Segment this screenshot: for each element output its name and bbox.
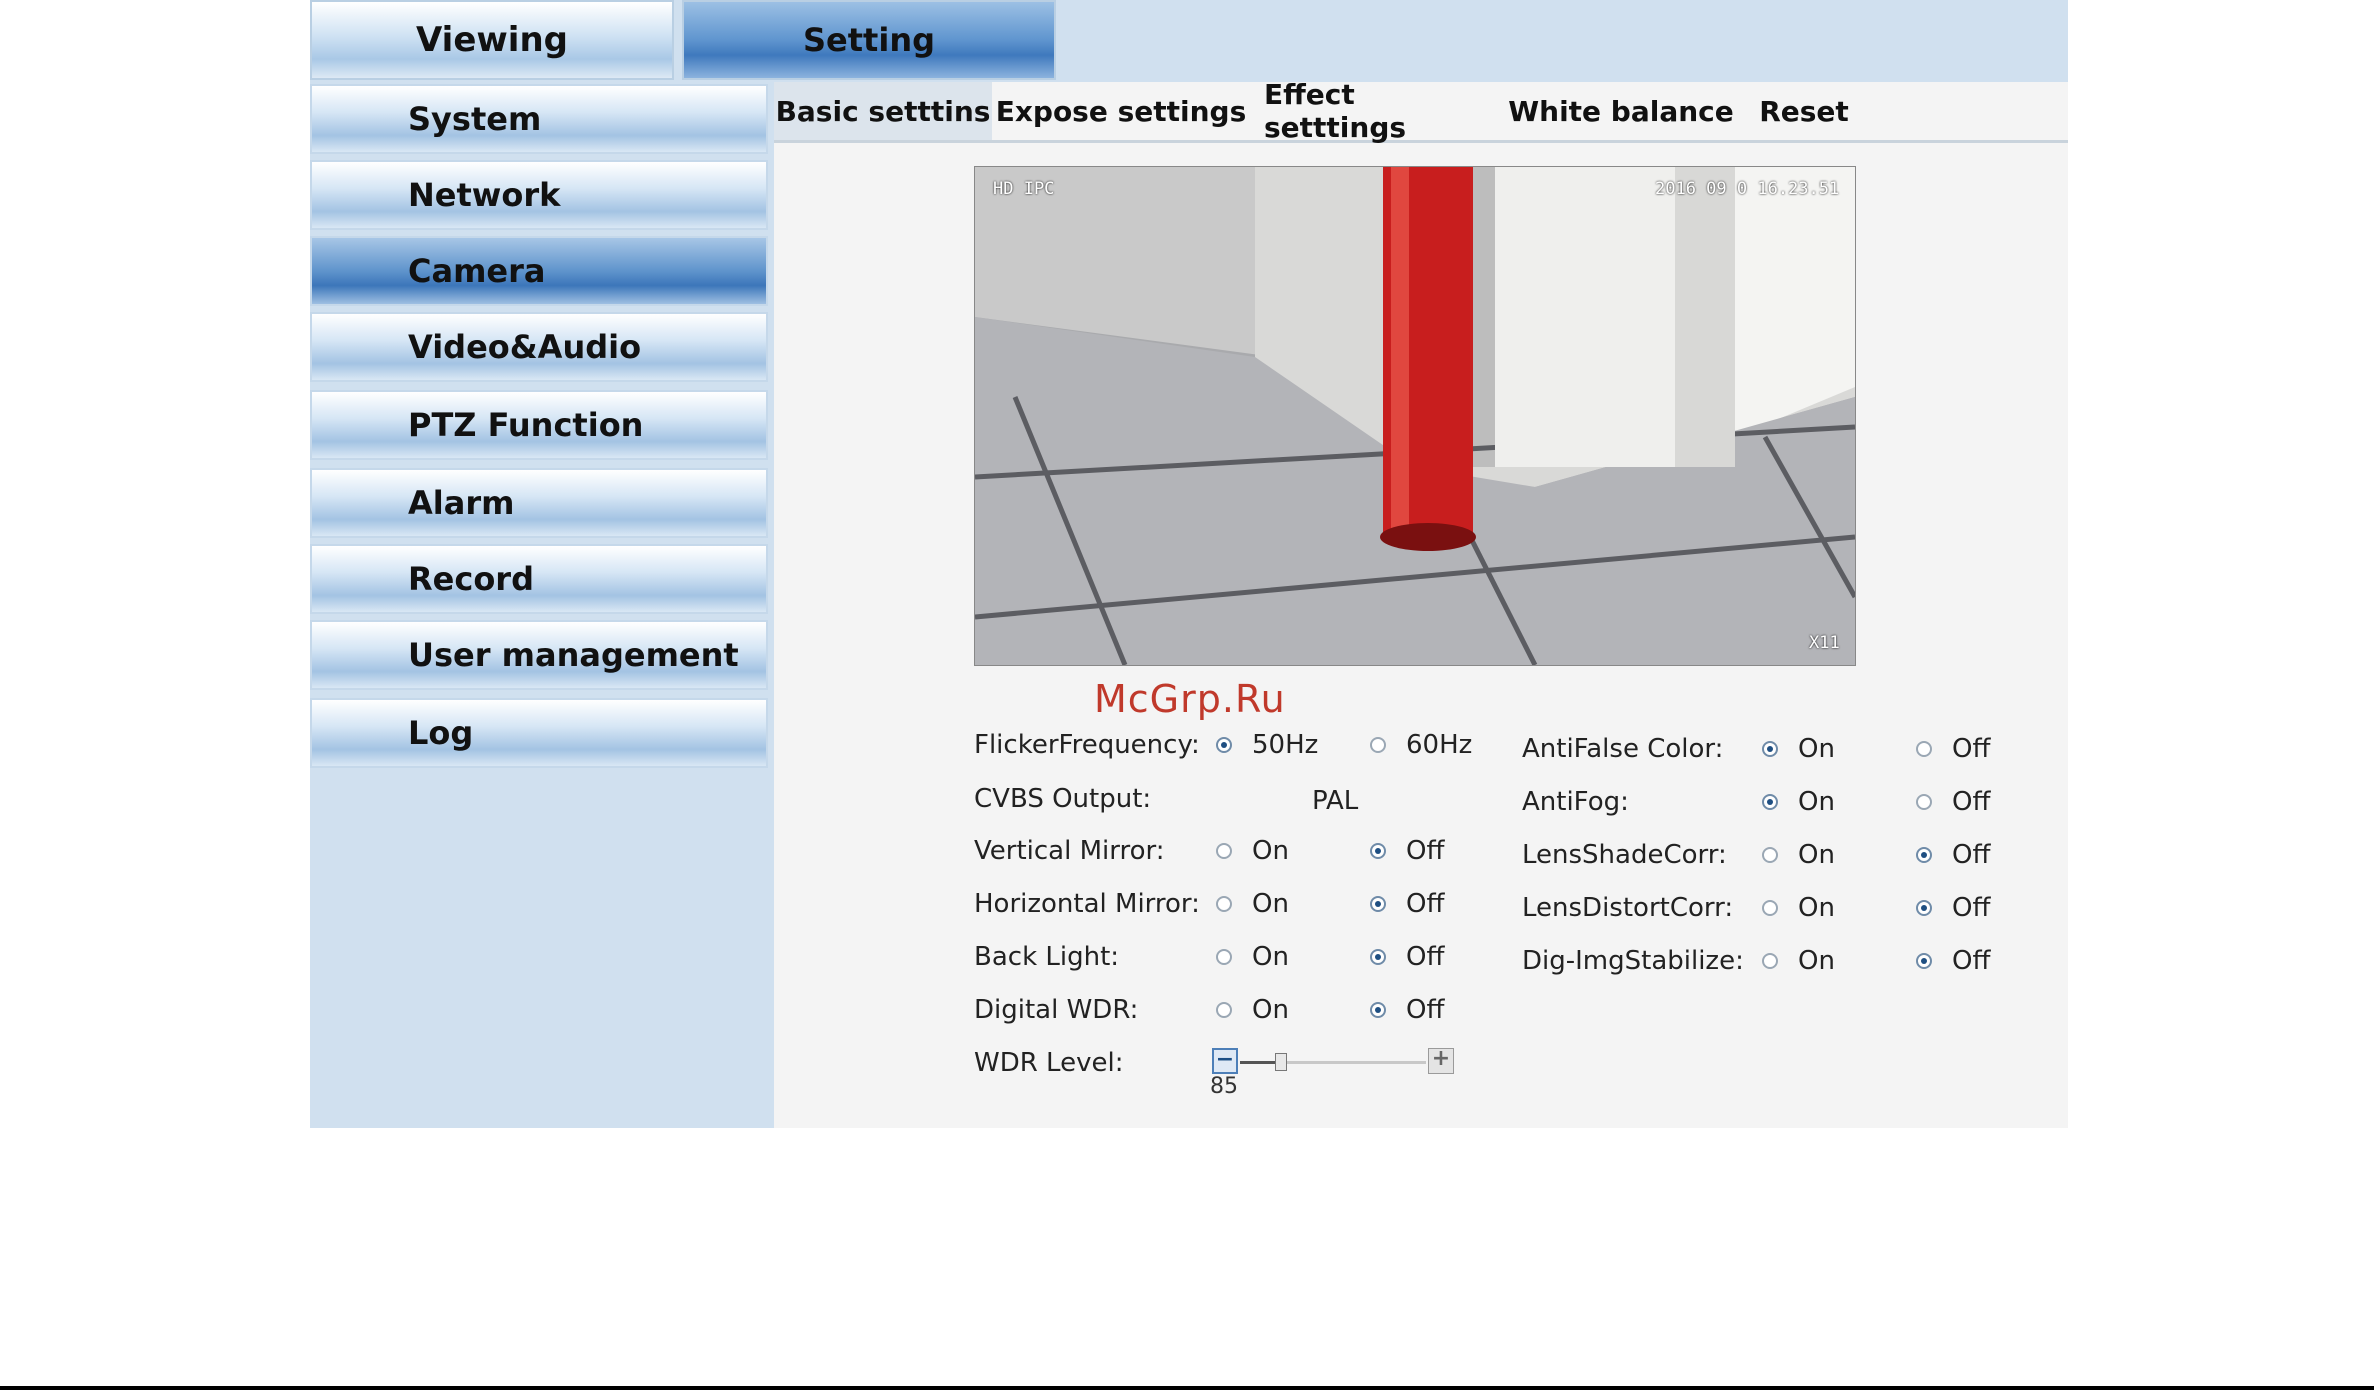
cvbs-output-label: CVBS Output: — [974, 784, 1152, 814]
radio-indicator — [1370, 843, 1386, 859]
dig-img-stabilize-on-radio[interactable]: On — [1762, 946, 1835, 976]
flicker-50hz-radio[interactable]: 50Hz — [1216, 730, 1318, 760]
lens-distort-corr-off-radio[interactable]: Off — [1916, 893, 1990, 923]
tab-white-balance[interactable]: White balance — [1508, 82, 1734, 140]
sidebar-item-user-management[interactable]: User management — [310, 620, 768, 690]
back-light-label: Back Light: — [974, 942, 1120, 972]
digital-wdr-off-radio[interactable]: Off — [1370, 995, 1444, 1025]
wdr-level-increase-button[interactable]: + — [1428, 1048, 1454, 1074]
back-light-off-radio[interactable]: Off — [1370, 942, 1444, 972]
digital-wdr-label: Digital WDR: — [974, 995, 1139, 1025]
radio-indicator — [1762, 847, 1778, 863]
tab-reset[interactable]: Reset — [1734, 82, 1874, 140]
antifalse-color-off-radio[interactable]: Off — [1916, 734, 1990, 764]
wdr-level-decrease-button[interactable]: − — [1212, 1048, 1238, 1074]
antifog-on-radio[interactable]: On — [1762, 787, 1835, 817]
wdr-level-value: 85 — [1210, 1074, 1238, 1099]
lens-distort-corr-label: LensDistortCorr: — [1522, 893, 1734, 923]
vertical-mirror-on-radio[interactable]: On — [1216, 836, 1289, 866]
radio-indicator — [1916, 741, 1932, 757]
sidebar-item-network[interactable]: Network — [310, 160, 768, 230]
radio-indicator — [1916, 900, 1932, 916]
radio-indicator — [1762, 953, 1778, 969]
horizontal-mirror-on-radio[interactable]: On — [1216, 889, 1289, 919]
sidebar-item-camera[interactable]: Camera — [310, 236, 768, 306]
tab-basic-settings[interactable]: Basic setttins — [774, 82, 992, 140]
back-light-on-radio[interactable]: On — [1216, 942, 1289, 972]
horizontal-mirror-off-radio[interactable]: Off — [1370, 889, 1444, 919]
sidebar-item-ptz-function[interactable]: PTZ Function — [310, 390, 768, 460]
radio-indicator — [1216, 896, 1232, 912]
tab-expose-settings[interactable]: Expose settings — [992, 82, 1250, 140]
radio-indicator — [1216, 1002, 1232, 1018]
lens-shade-corr-on-radio[interactable]: On — [1762, 840, 1835, 870]
radio-indicator — [1916, 847, 1932, 863]
horizontal-mirror-label: Horizontal Mirror: — [974, 889, 1200, 919]
radio-indicator — [1216, 843, 1232, 859]
radio-indicator — [1216, 737, 1232, 753]
lens-shade-corr-off-radio[interactable]: Off — [1916, 840, 1990, 870]
lens-distort-corr-on-radio[interactable]: On — [1762, 893, 1835, 923]
wdr-level-slider[interactable] — [1240, 1053, 1426, 1071]
digital-wdr-on-radio[interactable]: On — [1216, 995, 1289, 1025]
sidebar-item-alarm[interactable]: Alarm — [310, 468, 768, 538]
sub-tab-bar: Basic setttins Expose settings Effect se… — [774, 78, 2068, 144]
antifog-off-radio[interactable]: Off — [1916, 787, 1990, 817]
antifalse-color-on-radio[interactable]: On — [1762, 734, 1835, 764]
watermark-text: McGrp.Ru — [1094, 677, 1286, 721]
tab-effect-settings[interactable]: Effect setttings — [1264, 78, 1502, 144]
flicker-60hz-radio[interactable]: 60Hz — [1370, 730, 1472, 760]
radio-indicator — [1370, 896, 1386, 912]
vertical-mirror-off-radio[interactable]: Off — [1370, 836, 1444, 866]
radio-indicator — [1762, 900, 1778, 916]
radio-indicator — [1916, 953, 1932, 969]
page-bottom-rule — [0, 1386, 2374, 1390]
radio-indicator — [1216, 949, 1232, 965]
tab-viewing[interactable]: Viewing — [310, 0, 674, 80]
sidebar-item-log[interactable]: Log — [310, 698, 768, 768]
antifog-label: AntiFog: — [1522, 787, 1629, 817]
osd-zoom: X11 — [1809, 633, 1840, 653]
dig-img-stabilize-off-radio[interactable]: Off — [1916, 946, 1990, 976]
top-tab-bar: Viewing Setting — [310, 0, 2068, 82]
sidebar-item-video-audio[interactable]: Video&Audio — [310, 312, 768, 382]
cvbs-output-value: PAL — [1312, 786, 1359, 816]
wdr-level-label: WDR Level: — [974, 1048, 1124, 1078]
tab-setting[interactable]: Setting — [682, 0, 1056, 80]
antifalse-color-label: AntiFalse Color: — [1522, 734, 1724, 764]
sidebar: System Network Camera Video&Audio PTZ Fu… — [310, 82, 774, 1128]
settings-panel: Basic setttins Expose settings Effect se… — [774, 78, 2068, 1128]
radio-indicator — [1370, 1002, 1386, 1018]
sidebar-item-system[interactable]: System — [310, 84, 768, 154]
radio-indicator — [1370, 737, 1386, 753]
lens-shade-corr-label: LensShadeCorr: — [1522, 840, 1727, 870]
osd-camera-name: HD IPC — [993, 179, 1055, 199]
dig-img-stabilize-label: Dig-ImgStabilize: — [1522, 946, 1744, 976]
radio-indicator — [1370, 949, 1386, 965]
radio-indicator — [1762, 794, 1778, 810]
sidebar-item-record[interactable]: Record — [310, 544, 768, 614]
radio-indicator — [1916, 794, 1932, 810]
flicker-frequency-label: FlickerFrequency: — [974, 730, 1200, 760]
radio-indicator — [1762, 741, 1778, 757]
vertical-mirror-label: Vertical Mirror: — [974, 836, 1165, 866]
wdr-level-slider-thumb[interactable] — [1274, 1053, 1287, 1071]
osd-timestamp: 2016 09 0 16.23.51 — [1655, 179, 1840, 199]
camera-preview-image — [975, 167, 1855, 665]
camera-preview[interactable]: HD IPC 2016 09 0 16.23.51 X11 — [974, 166, 1856, 666]
